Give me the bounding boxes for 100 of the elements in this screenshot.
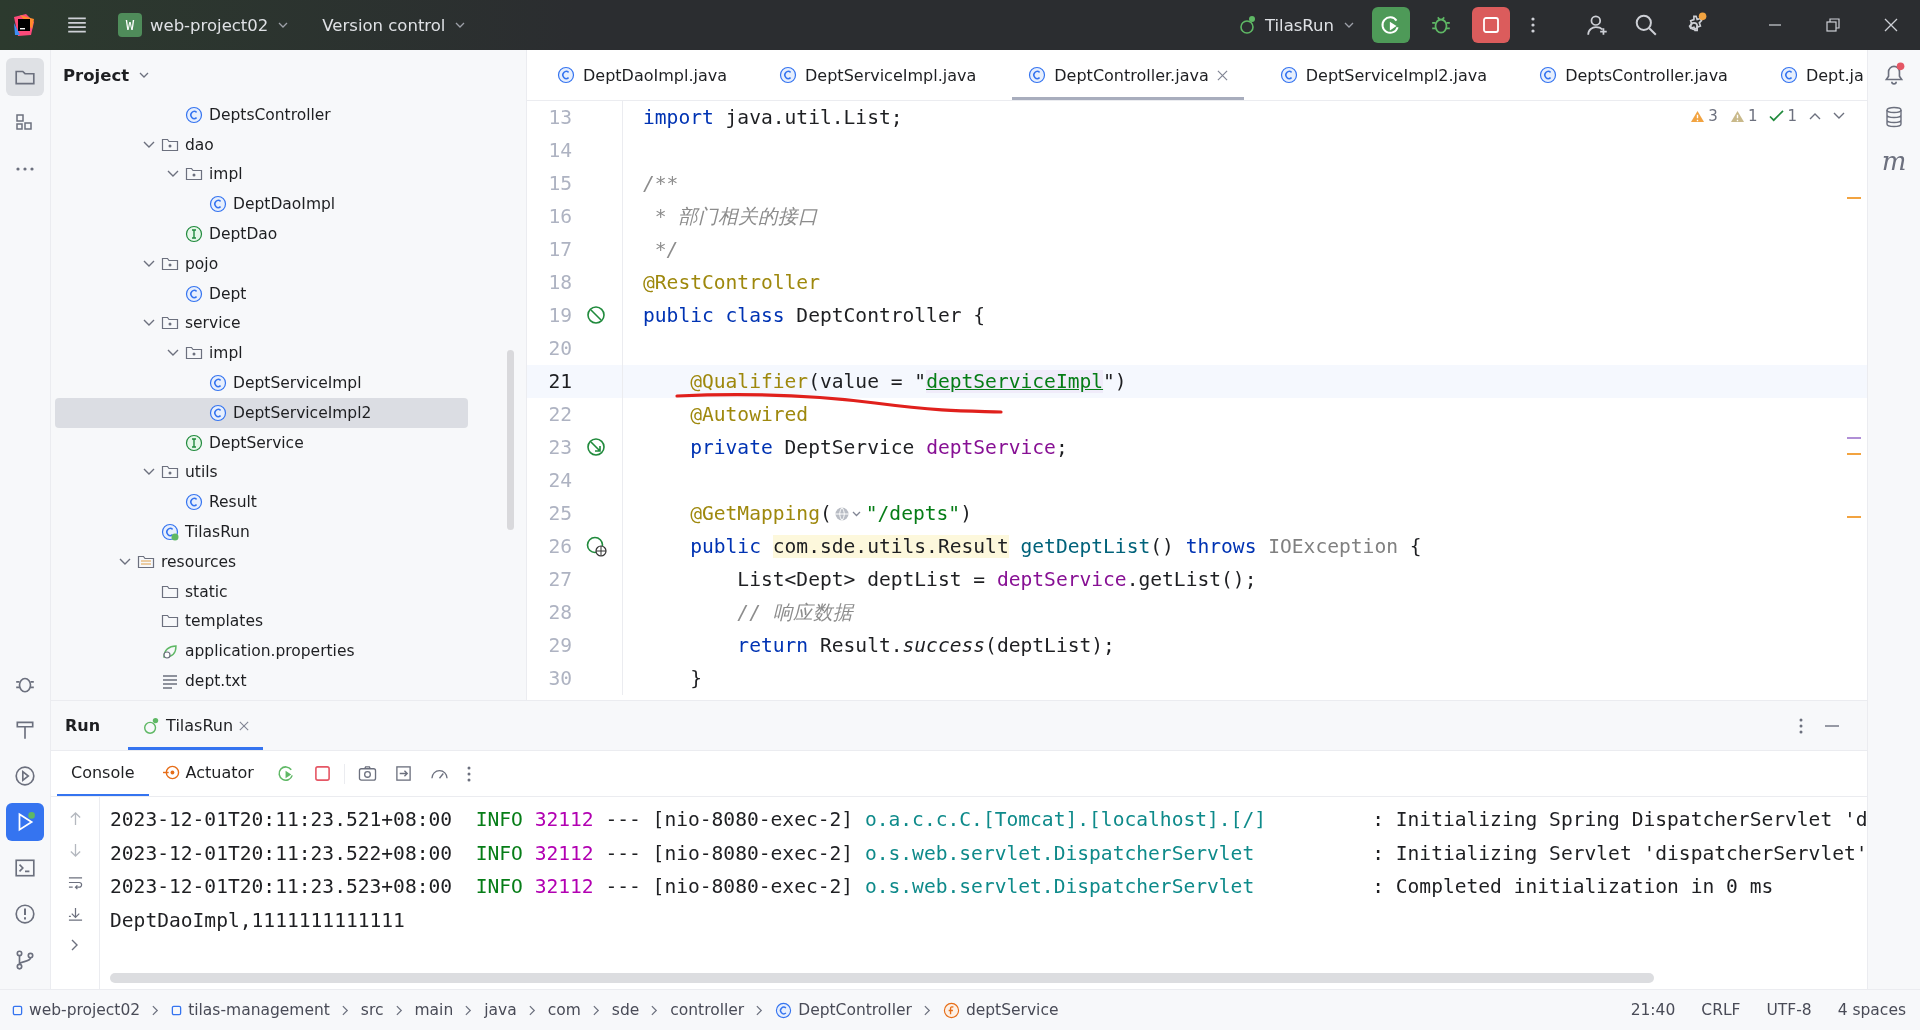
chevron-down-icon[interactable]: [143, 319, 155, 328]
globe-badge-icon[interactable]: [586, 535, 608, 558]
bell-icon[interactable]: [1882, 62, 1906, 86]
tree-item[interactable]: resources: [55, 546, 468, 577]
line-number: 30: [547, 667, 572, 690]
close-icon[interactable]: [1884, 18, 1898, 32]
breadcrumb-item[interactable]: sde: [611, 1001, 640, 1019]
code-text: // 响应数据: [736, 600, 853, 626]
tree-item[interactable]: DeptService: [55, 427, 468, 458]
code-text: @RestController: [643, 271, 820, 294]
export-icon[interactable]: [394, 765, 412, 782]
run-configuration-selector[interactable]: TilasRun: [1226, 9, 1364, 41]
status-item[interactable]: UTF-8: [1766, 1001, 1812, 1019]
console-tab[interactable]: Actuator: [148, 751, 268, 796]
line-number: 21: [547, 370, 572, 393]
panel-title: Run: [65, 716, 101, 735]
console-tab[interactable]: Console: [57, 751, 149, 796]
hammer-icon: [14, 719, 36, 741]
scroll-to-end-icon[interactable]: [67, 907, 83, 922]
bug-icon[interactable]: [1430, 14, 1452, 36]
minimize-icon[interactable]: [1825, 723, 1839, 728]
weak-warning-count[interactable]: 1: [1729, 107, 1758, 125]
tree-item[interactable]: static: [55, 576, 468, 607]
maven-tool-button[interactable]: m: [1881, 148, 1907, 174]
tree-item[interactable]: templates: [55, 606, 468, 637]
chevron-right-icon[interactable]: [71, 939, 79, 951]
rerun-button[interactable]: [1372, 7, 1410, 43]
tree-item[interactable]: utils: [55, 457, 468, 488]
code-text: import java.util.List;: [643, 106, 903, 129]
class-icon: [1779, 66, 1798, 84]
breadcrumb-item[interactable]: DeptController: [798, 1001, 912, 1019]
restore-icon[interactable]: [1826, 18, 1840, 32]
folder-tool-button[interactable]: [6, 58, 44, 96]
more-icon[interactable]: [1530, 15, 1536, 35]
editor-tab[interactable]: DeptController.java: [1012, 50, 1244, 100]
stop-icon[interactable]: [313, 765, 331, 782]
soft-wrap-icon[interactable]: [67, 875, 83, 890]
tree-item[interactable]: DeptDao: [55, 219, 468, 249]
database-icon[interactable]: [1884, 106, 1904, 128]
breadcrumb-item[interactable]: src: [360, 1001, 384, 1019]
chevron-down-icon[interactable]: [143, 259, 155, 268]
tree-item[interactable]: Result: [55, 487, 468, 518]
chevron-up-icon[interactable]: [1809, 112, 1821, 120]
run-tool-button[interactable]: [6, 803, 44, 841]
tree-item[interactable]: DeptServiceImpl: [55, 368, 468, 398]
warning-count[interactable]: 3: [1690, 107, 1718, 125]
horizontal-scrollbar[interactable]: [110, 973, 1654, 983]
chevron-down-icon[interactable]: [167, 170, 179, 179]
code-text: public com.sde.utils.Result getDeptList() throws IOException {: [689, 535, 1422, 558]
tree-item[interactable]: Dept: [55, 278, 468, 309]
more-icon[interactable]: [1799, 716, 1803, 735]
editor-tab[interactable]: Dept.ja: [1763, 50, 1867, 100]
run-tab[interactable]: TilasRun: [128, 701, 264, 750]
project-view-selector[interactable]: Project: [57, 64, 156, 86]
chevron-down-icon[interactable]: [143, 468, 155, 477]
editor-tab[interactable]: DeptsController.java: [1523, 50, 1744, 100]
status-item[interactable]: CRLF: [1701, 1001, 1741, 1019]
chevron-down-icon[interactable]: [1833, 112, 1845, 120]
tree-item[interactable]: dept.txt: [55, 666, 468, 696]
version-control-menu[interactable]: Version control: [312, 9, 476, 41]
stop-button[interactable]: [1472, 7, 1510, 43]
target-icon: [162, 764, 180, 781]
tree-item[interactable]: application.properties: [55, 636, 468, 667]
breadcrumb-item[interactable]: com: [547, 1001, 581, 1019]
camera-icon[interactable]: [357, 765, 377, 782]
tree-item[interactable]: pojo: [55, 249, 468, 279]
editor-tab[interactable]: DeptServiceImpl2.java: [1263, 50, 1504, 100]
console-line: DeptDaoImpl,1111111111111: [110, 907, 406, 934]
search-icon[interactable]: [1634, 13, 1658, 37]
tree-item[interactable]: DeptsController: [55, 100, 468, 130]
breadcrumb-item[interactable]: java: [484, 1001, 517, 1019]
tree-item[interactable]: impl: [55, 338, 468, 369]
breadcrumb-item[interactable]: tilas-management: [188, 1001, 330, 1019]
breadcrumb-item[interactable]: web-project02: [29, 1001, 141, 1019]
app-logo-icon[interactable]: [12, 13, 36, 37]
breadcrumb-item[interactable]: deptService: [965, 1001, 1059, 1019]
class-icon: [1539, 66, 1558, 84]
editor-tab[interactable]: DeptServiceImpl.java: [763, 50, 993, 100]
add-user-icon[interactable]: [1586, 13, 1610, 37]
chevron-down-icon[interactable]: [143, 140, 155, 149]
class-icon: [185, 105, 203, 124]
tree-item[interactable]: DeptDaoImpl: [55, 189, 468, 220]
editor-tab[interactable]: DeptDaoImpl.java: [541, 50, 744, 100]
status-item[interactable]: 4 spaces: [1837, 1001, 1906, 1019]
status-item[interactable]: 21:40: [1630, 1001, 1676, 1019]
tree-item[interactable]: service: [55, 308, 468, 339]
passed-check-count[interactable]: 1: [1769, 107, 1797, 125]
tree-item[interactable]: dao: [55, 129, 468, 160]
slashed-circle-icon[interactable]: [586, 304, 608, 327]
chevron-down-icon[interactable]: [167, 349, 179, 358]
chevron-down-icon[interactable]: [119, 557, 131, 566]
tree-item[interactable]: impl: [55, 159, 468, 190]
breadcrumb-item[interactable]: controller: [670, 1001, 745, 1019]
tree-item[interactable]: DeptServiceImpl2: [55, 397, 468, 428]
project-switcher[interactable]: W web-project02: [108, 7, 299, 43]
scrollbar-thumb[interactable]: [507, 350, 514, 530]
more-icon[interactable]: [466, 764, 471, 783]
rerun-icon[interactable]: [276, 764, 296, 783]
breadcrumb-item[interactable]: main: [414, 1001, 454, 1019]
tree-item[interactable]: TilasRun: [55, 517, 468, 547]
